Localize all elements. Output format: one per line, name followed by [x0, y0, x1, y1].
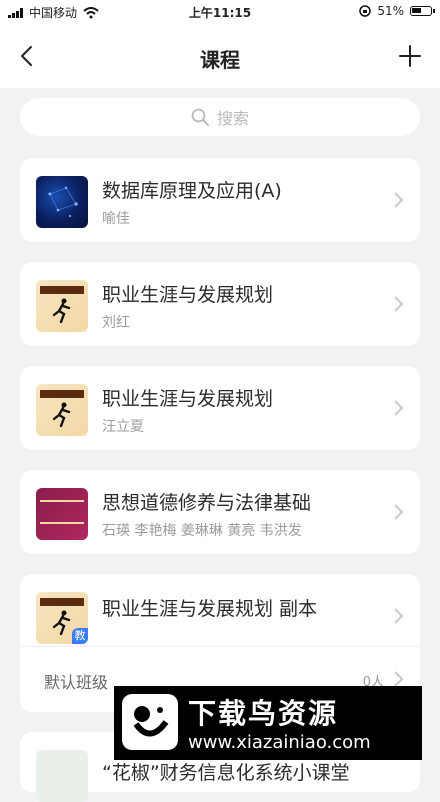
search-placeholder: 搜索 [216, 109, 249, 128]
course-name: 数据库原理及应用(A) [102, 180, 282, 202]
course-thumbnail [36, 176, 88, 228]
course-name: 思想道德修养与法律基础 [102, 492, 312, 514]
search-icon [191, 108, 209, 126]
chevron-right-icon [394, 504, 404, 520]
course-thumbnail [36, 280, 88, 332]
chevron-right-icon [394, 192, 404, 208]
search-input[interactable]: 搜索 [20, 98, 420, 136]
watermark-logo [122, 694, 178, 750]
battery-icon [410, 6, 435, 16]
orientation-lock-icon [359, 5, 372, 17]
course-teacher: 喻佳 [102, 211, 130, 227]
chevron-right-icon [394, 400, 404, 416]
course-card[interactable]: 数据库原理及应用(A) 喻佳 [20, 158, 420, 242]
watermark-title: 下载鸟资源 [188, 697, 339, 730]
add-icon[interactable] [398, 44, 422, 68]
nav-bar: 课程 [0, 24, 440, 88]
course-name: “花椒”财务信息化系统小课堂 [102, 762, 350, 784]
watermark-url: www.xiazainiao.com [188, 732, 371, 753]
teacher-badge: 教 [72, 628, 88, 644]
course-card[interactable]: 职业生涯与发展规划 汪立夏 [20, 366, 420, 450]
watermark-banner: 下载鸟资源 www.xiazainiao.com [114, 686, 422, 760]
course-name: 职业生涯与发展规划 [102, 388, 274, 410]
course-card[interactable]: 职业生涯与发展规划 刘红 [20, 262, 420, 346]
chevron-right-icon [394, 296, 404, 312]
course-thumbnail: 教 [36, 592, 88, 644]
chevron-right-icon [394, 608, 404, 624]
runner-icon [52, 610, 71, 636]
course-card[interactable]: 思想道德修养与法律基础 石瑛 李艳梅 姜琳琳 黄亮 韦洪发 [20, 470, 420, 554]
course-teacher: 刘红 [102, 315, 130, 331]
runner-icon [52, 298, 71, 324]
battery-percent: 51% [377, 4, 404, 18]
course-thumbnail [36, 384, 88, 436]
course-teacher: 汪立夏 [102, 419, 144, 435]
course-teacher: 石瑛 李艳梅 姜琳琳 黄亮 韦洪发 [102, 523, 302, 539]
course-name: 职业生涯与发展规划 [102, 284, 274, 306]
status-right: 51% [359, 4, 435, 18]
course-thumbnail [36, 488, 88, 540]
course-name: 职业生涯与发展规划 副本 [102, 598, 318, 620]
page-title: 课程 [200, 48, 240, 72]
runner-icon [52, 402, 71, 428]
class-label: 默认班级 [44, 673, 109, 692]
course-thumbnail [36, 750, 88, 802]
status-bar: 中国移动 上午11:15 51% [0, 0, 440, 24]
